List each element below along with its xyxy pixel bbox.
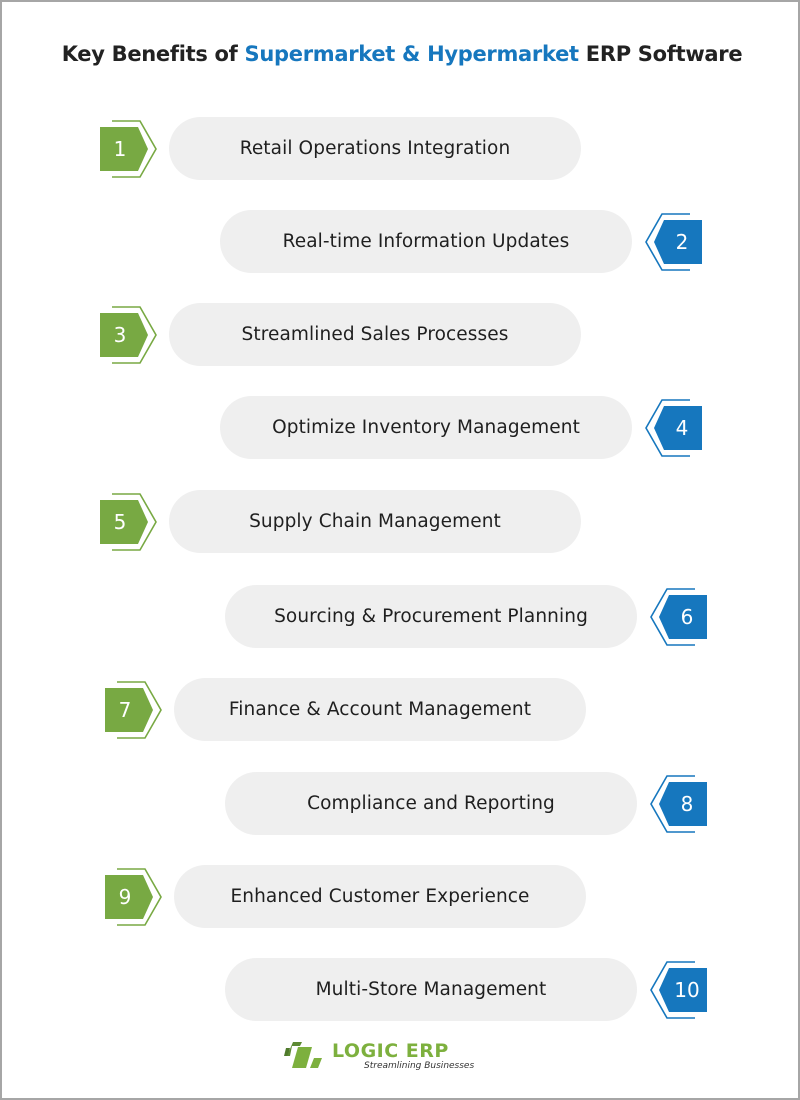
- benefit-item-4: Optimize Inventory Management: [220, 396, 632, 459]
- logic-erp-logo-icon: [284, 1042, 322, 1068]
- benefit-label: Streamlined Sales Processes: [241, 324, 509, 345]
- benefit-badge-6: 6: [645, 586, 709, 648]
- benefit-item-9: Enhanced Customer Experience: [174, 865, 586, 928]
- benefit-number: 8: [680, 792, 694, 816]
- logic-erp-logo: LOGIC ERP Streamlining Businesses: [282, 1038, 522, 1078]
- benefit-item-10: Multi-Store Management: [225, 958, 637, 1021]
- benefit-number: 5: [113, 510, 127, 534]
- benefit-label: Finance & Account Management: [228, 699, 532, 720]
- benefit-badge-4: 4: [640, 397, 704, 459]
- benefit-label: Real-time Information Updates: [282, 231, 570, 252]
- benefit-badge-7: 7: [103, 679, 167, 741]
- benefit-badge-1: 1: [98, 118, 162, 180]
- benefit-badge-10: 10: [645, 959, 709, 1021]
- benefit-number: 10: [674, 978, 700, 1002]
- benefit-number: 4: [675, 416, 689, 440]
- benefit-number: 7: [118, 698, 132, 722]
- benefit-badge-3: 3: [98, 304, 162, 366]
- benefit-item-3: Streamlined Sales Processes: [169, 303, 581, 366]
- benefit-label: Enhanced Customer Experience: [230, 886, 530, 907]
- benefit-item-2: Real-time Information Updates: [220, 210, 632, 273]
- benefit-badge-5: 5: [98, 491, 162, 553]
- benefit-label: Multi-Store Management: [315, 979, 547, 1000]
- benefit-label: Retail Operations Integration: [239, 138, 511, 159]
- benefit-label: Compliance and Reporting: [307, 793, 555, 814]
- benefit-label: Sourcing & Procurement Planning: [274, 606, 588, 627]
- benefit-number: 9: [118, 885, 132, 909]
- logo-brand: LOGIC ERP: [332, 1040, 449, 1062]
- benefit-item-7: Finance & Account Management: [174, 678, 586, 741]
- benefit-badge-8: 8: [645, 773, 709, 835]
- benefit-item-6: Sourcing & Procurement Planning: [225, 585, 637, 648]
- benefit-item-5: Supply Chain Management: [169, 490, 581, 553]
- benefit-label: Supply Chain Management: [249, 511, 501, 532]
- benefit-number: 6: [680, 605, 694, 629]
- title-prefix: Key Benefits of: [61, 42, 245, 66]
- benefit-item-8: Compliance and Reporting: [225, 772, 637, 835]
- benefit-item-1: Retail Operations Integration: [169, 117, 581, 180]
- title-highlight: Supermarket & Hypermarket: [244, 42, 580, 66]
- benefit-number: 1: [113, 137, 127, 161]
- benefit-number: 2: [675, 230, 689, 254]
- benefit-badge-9: 9: [103, 866, 167, 928]
- logo-tagline: Streamlining Businesses: [364, 1061, 475, 1071]
- page-frame: Key Benefits of Supermarket & Hypermarke…: [0, 0, 800, 1100]
- page-title: Key Benefits of Supermarket & Hypermarke…: [2, 42, 800, 66]
- benefit-number: 3: [113, 323, 127, 347]
- title-suffix: ERP Software: [578, 42, 743, 66]
- benefit-label: Optimize Inventory Management: [272, 417, 580, 438]
- benefit-badge-2: 2: [640, 211, 704, 273]
